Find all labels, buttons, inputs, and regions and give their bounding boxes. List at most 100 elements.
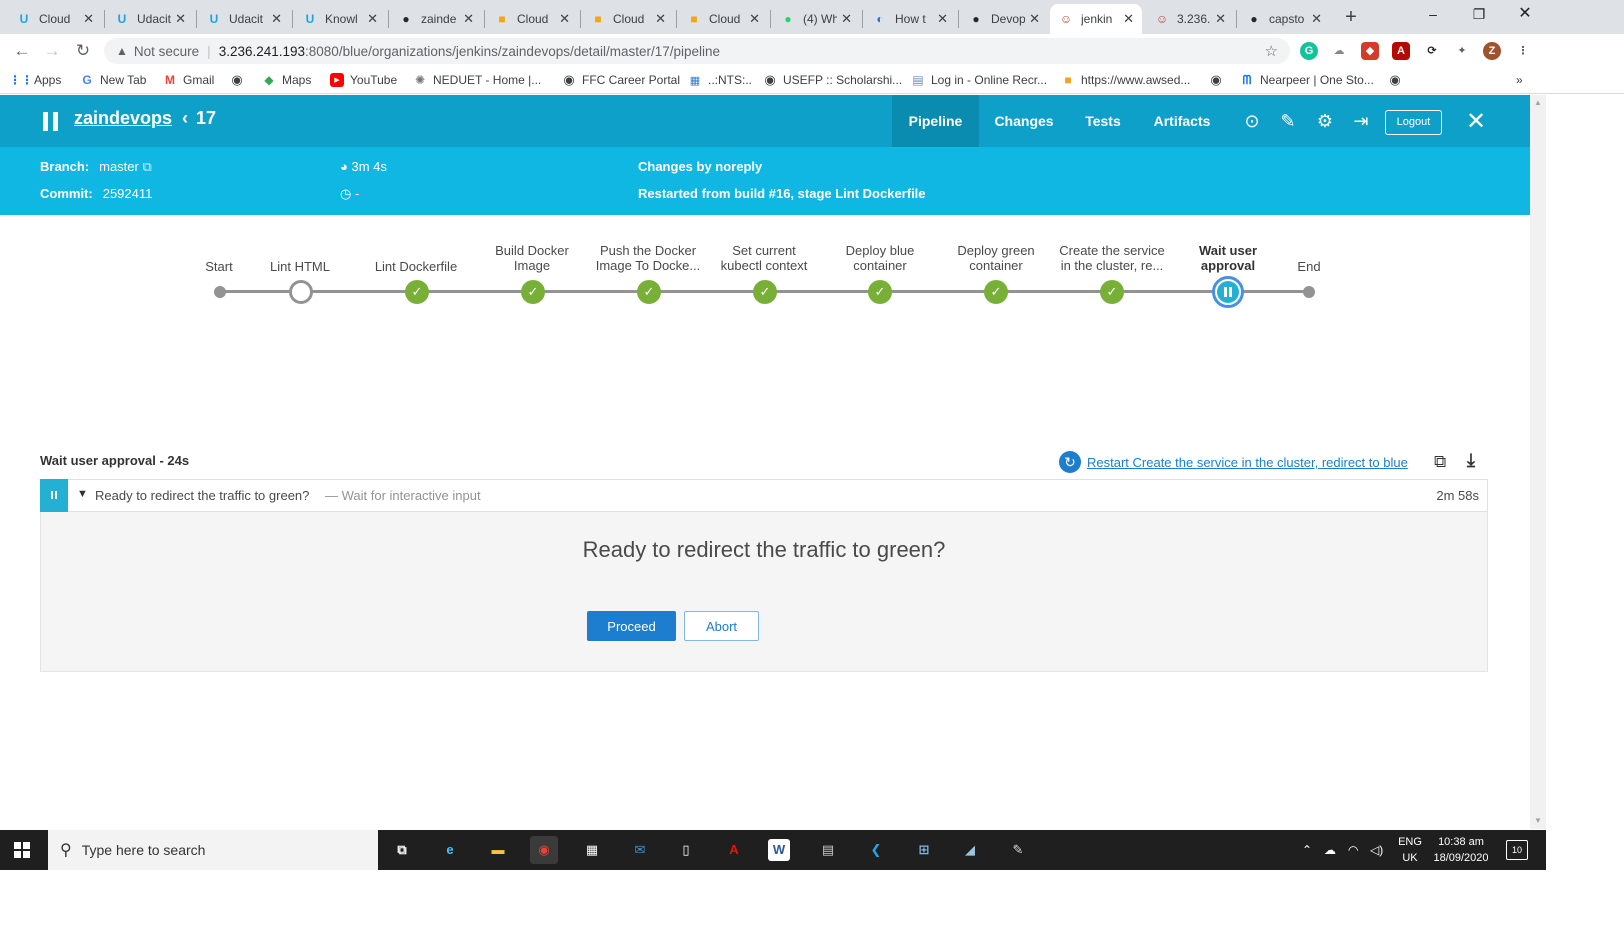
tab-pipeline[interactable]: Pipeline — [892, 95, 979, 147]
browser-tab[interactable]: ■ Cloud ✕ — [486, 4, 578, 34]
browser-tab[interactable]: ● zainde ✕ — [390, 4, 482, 34]
restart-icon[interactable]: ↻ — [1059, 451, 1081, 473]
bookmark-usefp[interactable]: ◉ USEFP :: Scholarshi... — [763, 72, 902, 87]
stage-label-push-docker[interactable]: Push the Docker Image To Docke... — [590, 243, 706, 273]
bookmark-ffc[interactable]: ◉ FFC Career Portal — [562, 72, 680, 87]
mail-icon[interactable]: ✉ — [626, 836, 654, 864]
bookmark-nts[interactable]: ▦ ..:NTS:.. — [688, 73, 752, 87]
close-tab-icon[interactable]: ✕ — [175, 11, 186, 27]
file-explorer-icon[interactable]: ▬ — [484, 836, 512, 864]
stage-label-lint-html[interactable]: Lint HTML — [240, 259, 360, 274]
security-label[interactable]: Not secure — [134, 44, 199, 59]
stage-label-deploy-green[interactable]: Deploy green container — [951, 243, 1041, 273]
bookmark-youtube[interactable]: ▶ YouTube — [330, 73, 397, 87]
word-icon[interactable]: W — [768, 839, 790, 861]
restart-stage[interactable]: ↻ Restart Create the service in the clus… — [1059, 451, 1408, 473]
reload-icon[interactable]: ↻ — [71, 39, 95, 63]
bookmark-star-icon[interactable]: ☆ — [1265, 42, 1278, 60]
close-tab-icon[interactable]: ✕ — [749, 11, 760, 27]
close-icon[interactable]: ✕ — [1466, 107, 1486, 136]
bookmark-login[interactable]: ▤ Log in - Online Recr... — [911, 73, 1047, 87]
stage-label-deploy-blue[interactable]: Deploy blue container — [835, 243, 925, 273]
bookmark-apps[interactable]: ⋮⋮ Apps — [9, 73, 61, 87]
check-icon[interactable]: ✓ — [868, 280, 892, 304]
close-tab-icon[interactable]: ✕ — [1311, 11, 1322, 27]
browser-tab[interactable]: ● (4) Wh ✕ — [772, 4, 860, 34]
new-tab-button[interactable]: + — [1340, 4, 1362, 30]
bookmark-gmail[interactable]: M Gmail — [163, 73, 214, 87]
extension-icon[interactable]: ◆ — [1361, 42, 1379, 60]
browser-tab[interactable]: U Knowl ✕ — [294, 4, 386, 34]
clock[interactable]: 10:38 am 18/09/2020 — [1428, 834, 1494, 866]
back-icon[interactable]: ← — [10, 39, 34, 63]
bookmarks-more[interactable]: » — [1516, 73, 1523, 87]
edit-pencil-icon[interactable]: ✎ — [1277, 111, 1299, 133]
check-icon[interactable]: ✓ — [521, 280, 545, 304]
bookmark-globe[interactable]: ◉ — [230, 72, 250, 87]
tab-tests[interactable]: Tests — [1074, 95, 1132, 147]
puzzle-icon[interactable]: ✦ — [1453, 42, 1471, 60]
restart-link[interactable]: Restart Create the service in the cluste… — [1087, 455, 1408, 470]
vscode-icon[interactable]: ❮ — [862, 836, 890, 864]
tab-artifacts[interactable]: Artifacts — [1144, 95, 1220, 147]
bookmark-globe-3[interactable]: ◉ — [1388, 72, 1408, 87]
browser-tab[interactable]: U Udacit ✕ — [198, 4, 290, 34]
proceed-button[interactable]: Proceed — [587, 611, 676, 641]
stage-label-build-docker[interactable]: Build Docker Image — [487, 243, 577, 273]
address-bar[interactable]: ▲ Not secure | 3.236.241.193:8080/blue/o… — [104, 38, 1290, 64]
close-tab-icon[interactable]: ✕ — [83, 11, 94, 27]
download-icon[interactable]: ⤓ — [1467, 450, 1475, 471]
task-view-icon[interactable]: ⧉ — [388, 836, 416, 864]
calculator-icon[interactable]: ▤ — [814, 836, 842, 864]
sign-in-icon[interactable]: ⇥ — [1350, 111, 1372, 133]
language-indicator[interactable]: ENG UK — [1396, 834, 1424, 866]
stop-icon[interactable]: ⊙ — [1241, 111, 1263, 133]
close-tab-icon[interactable]: ✕ — [463, 11, 474, 27]
step-row[interactable]: ▼ Ready to redirect the traffic to green… — [40, 479, 1488, 512]
network-app-icon[interactable]: ⊞ — [910, 836, 938, 864]
tab-changes[interactable]: Changes — [984, 95, 1064, 147]
gear-icon[interactable]: ⚙ — [1314, 111, 1336, 133]
bookmark-nearpeer[interactable]: ᗰ Nearpeer | One Sto... — [1240, 73, 1374, 88]
browser-tab[interactable]: U Udacit ✕ — [106, 4, 194, 34]
page-scrollbar[interactable]: ▲ ▼ — [1530, 95, 1546, 829]
close-tab-icon[interactable]: ✕ — [271, 11, 282, 27]
notifications-icon[interactable]: 10 — [1506, 840, 1528, 860]
browser-tab[interactable]: ■ Cloud ✕ — [678, 4, 768, 34]
browser-tab[interactable]: U Cloud ✕ — [8, 4, 102, 34]
close-tab-icon[interactable]: ✕ — [559, 11, 570, 27]
open-external-icon[interactable]: ⧉ — [1434, 452, 1446, 472]
branch-value[interactable]: master — [99, 159, 139, 174]
close-tab-icon[interactable]: ✕ — [1029, 11, 1040, 27]
snipping-icon[interactable]: ◢ — [956, 836, 984, 864]
onedrive-icon[interactable]: ☁ — [1324, 842, 1336, 858]
browser-tab[interactable]: ● Devop ✕ — [960, 4, 1048, 34]
close-tab-icon[interactable]: ✕ — [1215, 11, 1226, 27]
chevron-down-icon[interactable]: ▼ — [77, 488, 88, 500]
minimize-icon[interactable]: – — [1410, 0, 1456, 28]
check-icon[interactable]: ✓ — [984, 280, 1008, 304]
acrobat-icon[interactable]: A — [1392, 42, 1410, 60]
wifi-icon[interactable]: ◠ — [1348, 842, 1358, 858]
chrome-icon[interactable]: ◉ — [530, 836, 558, 864]
close-window-icon[interactable]: ✕ — [1502, 0, 1548, 28]
forward-icon[interactable]: → — [40, 39, 64, 63]
browser-tab[interactable]: ■ Cloud ✕ — [582, 4, 674, 34]
browser-tab[interactable]: ● capsto ✕ — [1238, 4, 1330, 34]
stage-label-kubectl-context[interactable]: Set current kubectl context — [714, 243, 814, 273]
menu-kebab-icon[interactable]: ⋮ — [1514, 42, 1532, 60]
check-icon[interactable]: ✓ — [637, 280, 661, 304]
abort-button[interactable]: Abort — [684, 611, 759, 641]
browser-tab-active[interactable]: ☺ jenkin ✕ — [1050, 4, 1142, 34]
check-icon[interactable]: ✓ — [1100, 280, 1124, 304]
stage-node-not-built[interactable] — [289, 280, 313, 304]
sync-extension-icon[interactable]: ⟳ — [1423, 42, 1441, 60]
edge-icon[interactable]: e — [436, 836, 464, 864]
taskbar-search[interactable]: ⚲ Type here to search — [48, 830, 378, 870]
logout-button[interactable]: Logout — [1385, 110, 1442, 135]
windows-start-icon[interactable] — [14, 842, 30, 858]
stage-label-lint-dockerfile[interactable]: Lint Dockerfile — [356, 259, 476, 274]
store-icon[interactable]: ▦ — [578, 836, 606, 864]
bookmark-awsed[interactable]: ■ https://www.awsed... — [1061, 73, 1190, 87]
close-tab-icon[interactable]: ✕ — [367, 11, 378, 27]
